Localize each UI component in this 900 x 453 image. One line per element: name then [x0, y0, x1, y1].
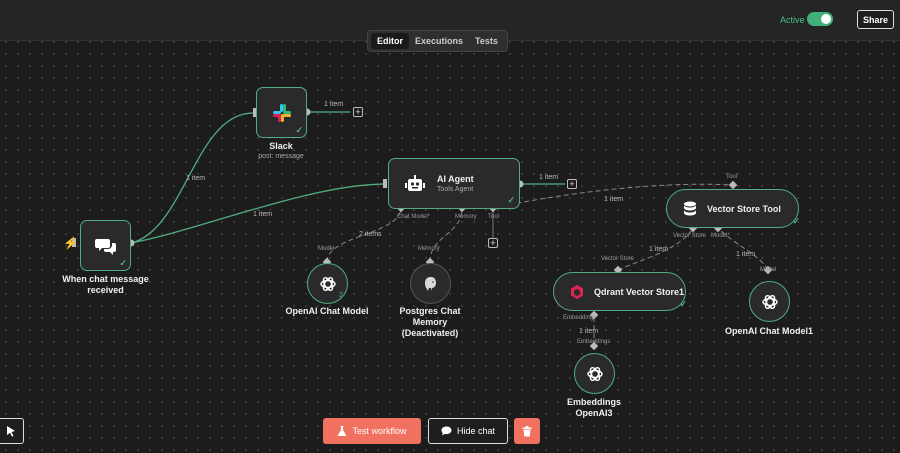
add-tool-button[interactable]: +	[488, 238, 498, 248]
edge-label: 1 item	[604, 196, 624, 203]
ai-agent-subtitle: Tools Agent	[437, 186, 474, 193]
edge-label: 1 item	[539, 174, 559, 181]
success-check-icon: ✓	[295, 125, 303, 135]
openai-chat-model1-title: OpenAI Chat Model1	[724, 326, 813, 336]
node-postgres-memory[interactable]	[410, 263, 451, 304]
postgres-elephant-icon	[424, 276, 436, 291]
ai-agent-title: AI Agent	[437, 174, 474, 184]
edge-label: 1 item	[186, 175, 206, 182]
port-label-memory-in: Memory	[418, 246, 440, 252]
node-openai-chat-model[interactable]: 2	[307, 263, 348, 304]
openai-icon	[761, 294, 778, 309]
node-embeddings-openai[interactable]	[574, 353, 615, 394]
hide-chat-label: Hide chat	[456, 426, 496, 436]
openai-chat-model-title: OpenAI Chat Model	[285, 306, 369, 316]
port-label-memory: Memory	[455, 214, 477, 220]
usage-badge: 2	[339, 292, 343, 299]
port-label-vector-store-in: Vector Store	[601, 256, 635, 262]
port-label-embedding: Embedding*	[563, 315, 596, 321]
port-label-embeddings-in: Embeddings	[577, 339, 611, 345]
flask-icon	[337, 425, 347, 436]
node-ai-agent[interactable]: AI Agent Tools Agent ✓	[388, 158, 520, 209]
robot-icon	[405, 174, 425, 191]
qdrant-title: Qdrant Vector Store1	[594, 286, 685, 297]
node-chat-trigger[interactable]: ✓	[80, 220, 131, 271]
node-slack[interactable]: ✓	[256, 87, 307, 138]
node-vector-store-tool[interactable]: Vector Store Tool ✓	[666, 189, 800, 228]
database-icon	[684, 201, 696, 215]
port-label-model-in2: Model	[760, 267, 777, 273]
delete-button[interactable]	[514, 418, 540, 444]
chat-trigger-title: When chat message received	[62, 274, 149, 295]
node-qdrant-vector-store[interactable]: Qdrant Vector Store1 ✓	[553, 272, 687, 311]
success-check-icon: ✓	[679, 299, 687, 309]
add-node-after-slack-button[interactable]: +	[353, 107, 363, 117]
slack-icon	[272, 103, 291, 122]
edge-label: 1 item	[649, 246, 669, 253]
openai-icon	[319, 276, 336, 291]
port-label-model: Model*	[711, 233, 730, 239]
postgres-memory-title: Postgres Chat Memory (Deactivated)	[399, 306, 461, 338]
embeddings-title: Embeddings OpenAI3	[566, 397, 621, 418]
port-label-chat-model: Chat Model*	[397, 214, 431, 220]
vector-store-tool-title: Vector Store Tool	[707, 203, 781, 214]
openai-icon	[586, 366, 603, 381]
test-workflow-button[interactable]: Test workflow	[323, 418, 421, 444]
cursor-icon	[7, 426, 15, 437]
node-openai-chat-model1[interactable]	[749, 281, 790, 322]
success-check-icon: ✓	[507, 195, 515, 205]
port-label-model-in: Model	[318, 246, 335, 252]
port-label-tool: Tool	[488, 214, 500, 220]
port-label-tool-in: Tool	[726, 174, 738, 180]
add-node-after-agent-button[interactable]: +	[567, 179, 577, 189]
slack-title: Slack	[269, 141, 293, 151]
edge-label: 1 item	[736, 251, 756, 258]
chat-bubbles-icon	[94, 238, 116, 255]
edge-label: 2 items	[359, 231, 382, 238]
qdrant-icon	[571, 284, 583, 299]
success-check-icon: ✓	[792, 216, 800, 226]
chat-icon	[441, 426, 452, 436]
hide-chat-button[interactable]: Hide chat	[428, 418, 508, 444]
edge-label: 1 item	[253, 211, 273, 218]
select-tool-button[interactable]	[0, 418, 24, 444]
test-workflow-label: Test workflow	[352, 426, 407, 436]
trigger-lightning-icon: ⚡	[63, 236, 78, 250]
trash-icon	[522, 425, 532, 436]
slack-subtitle: post: message	[258, 153, 304, 160]
edge-label: 1 item	[324, 101, 344, 108]
success-check-icon: ✓	[119, 258, 127, 268]
edge-label: 1 item	[579, 328, 599, 335]
port-label-vector-store: Vector Store	[673, 233, 707, 239]
